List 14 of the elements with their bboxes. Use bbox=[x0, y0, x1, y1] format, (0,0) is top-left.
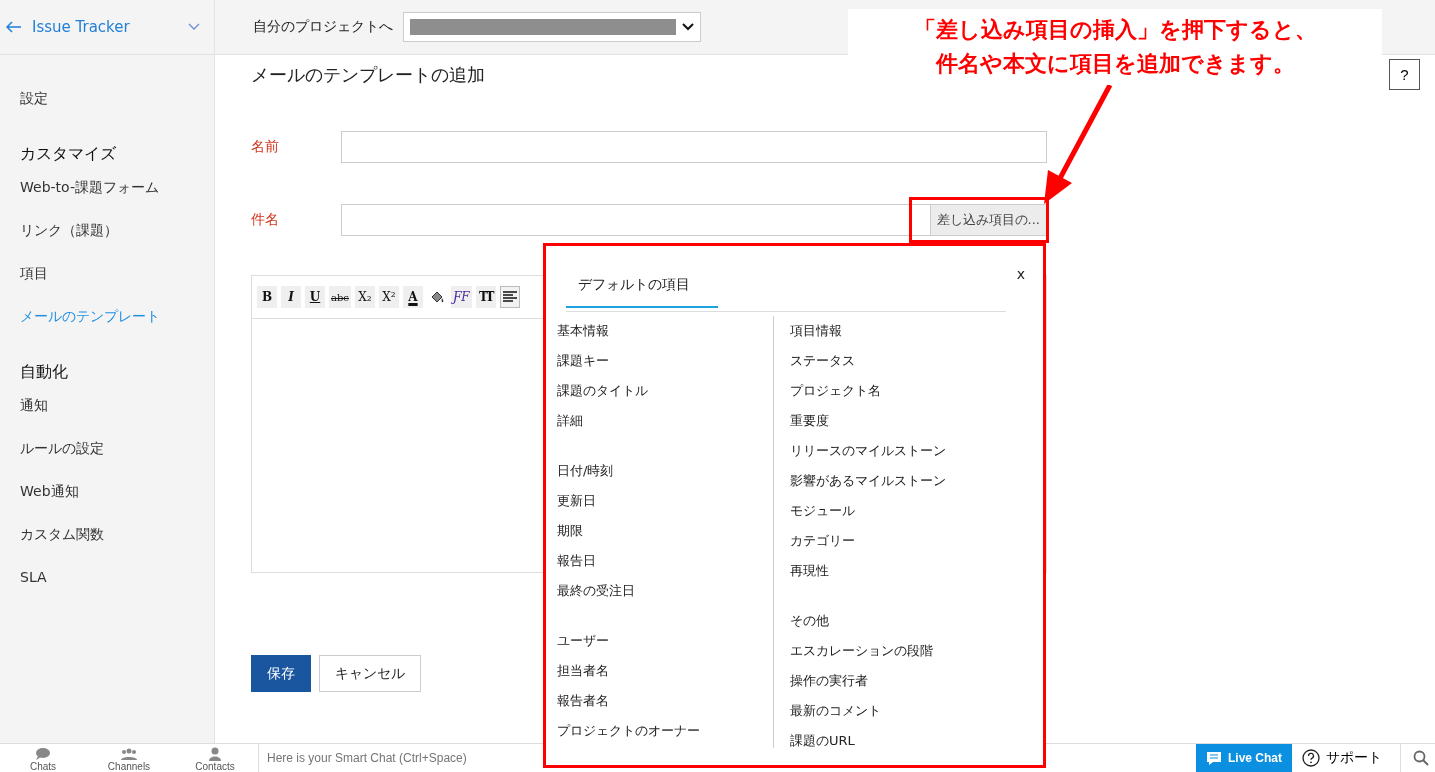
menu-group-heading: その他 bbox=[790, 612, 830, 630]
annotation-text: 件名や本文に項目を追加できます。 bbox=[935, 50, 1295, 78]
nav-section-heading: カスタマイズ bbox=[20, 143, 117, 165]
menu-group-heading: ユーザー bbox=[557, 632, 610, 650]
field-label: 名前 bbox=[251, 138, 280, 156]
menu-group-heading: 日付/時刻 bbox=[557, 462, 615, 480]
project-label: 自分のプロジェクトへ bbox=[253, 18, 393, 36]
app-name: Issue Tracker bbox=[32, 18, 131, 36]
nav-section-heading: 自動化 bbox=[20, 361, 69, 383]
menu-group-heading: 項目情報 bbox=[790, 322, 843, 340]
menu-group-heading: 基本情報 bbox=[557, 322, 610, 340]
annotation-text: 「差し込み項目の挿入」を押下すると、 bbox=[913, 16, 1317, 44]
field-label: 件名 bbox=[251, 211, 280, 229]
page-title: メールのテンプレートの追加 bbox=[251, 62, 485, 87]
